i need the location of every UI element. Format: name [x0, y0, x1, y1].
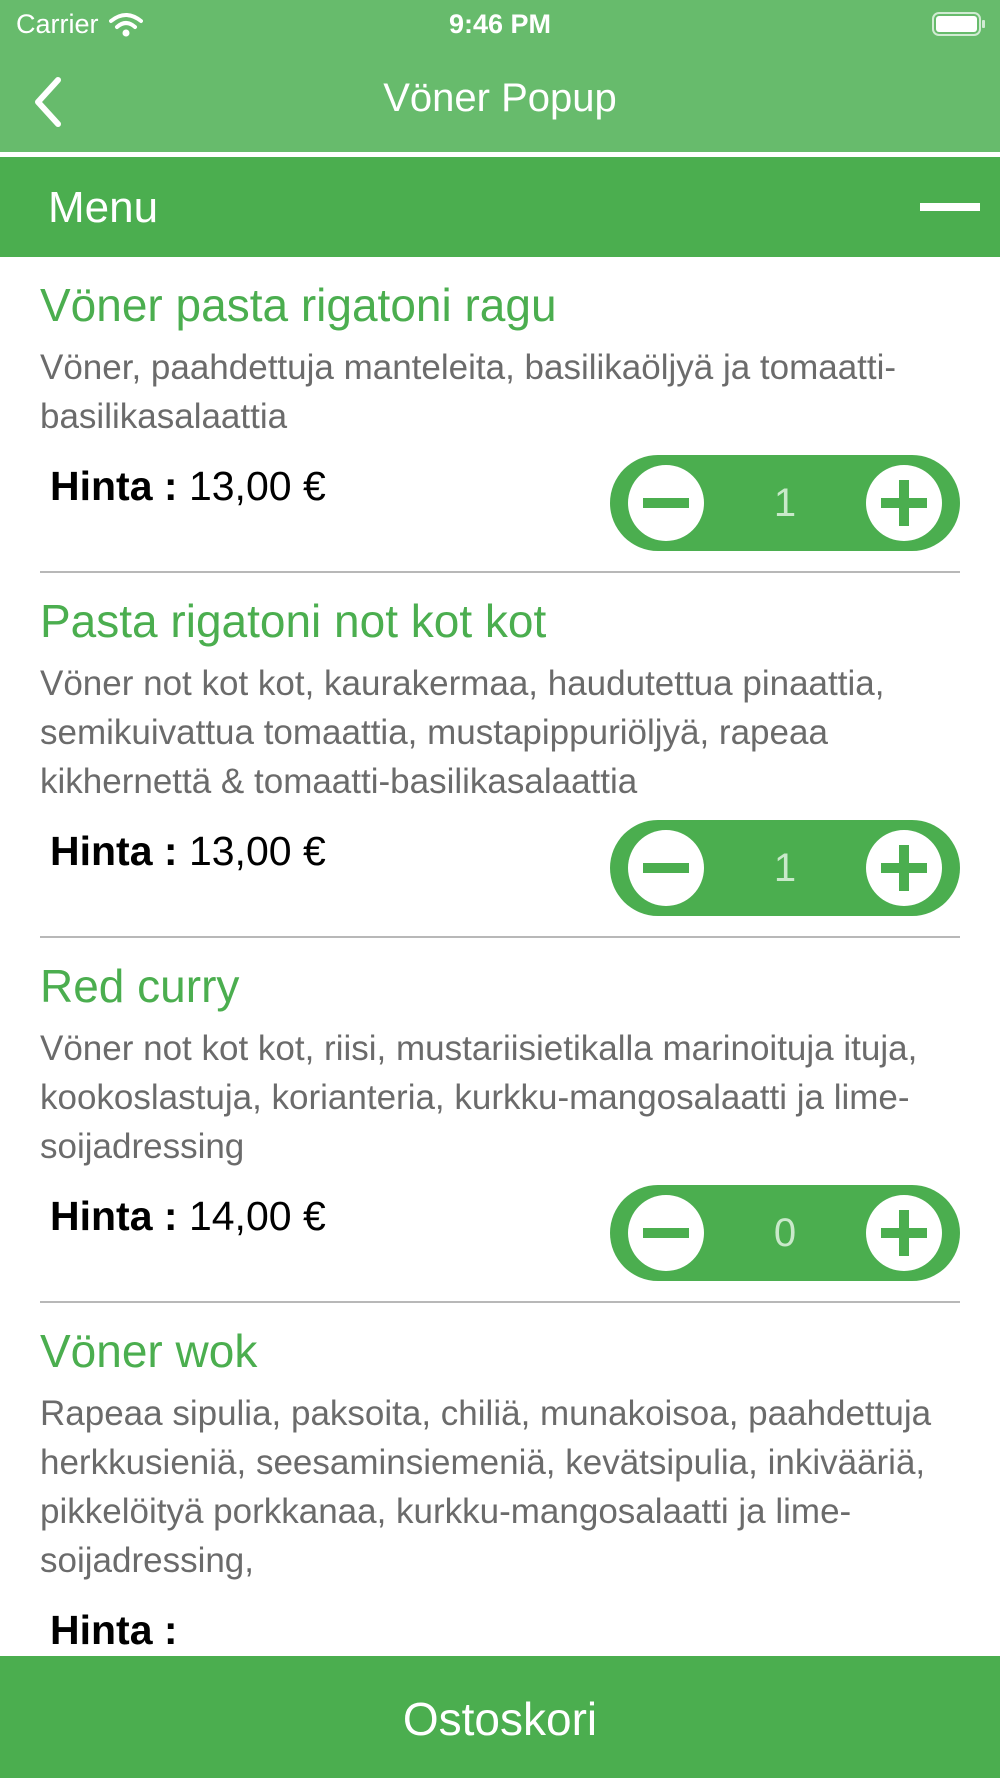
price-row: Hinta : 13,00 € 1 — [40, 806, 960, 936]
decrease-button[interactable] — [628, 830, 704, 906]
item-description: Vöner not kot kot, kaurakermaa, haudutet… — [40, 664, 885, 801]
cart-button[interactable]: Ostoskori — [0, 1656, 1000, 1778]
price-value: 14,00 € — [188, 1193, 326, 1239]
quantity-stepper: 1 — [610, 820, 960, 916]
quantity-stepper: 1 — [610, 455, 960, 551]
price-label: Hinta : — [50, 1193, 178, 1239]
item-description: Rapeaa sipulia, paksoita, chiliä, munako… — [40, 1394, 932, 1580]
battery-icon — [932, 12, 985, 36]
quantity-value: 1 — [773, 481, 797, 525]
page-title: Vöner Popup — [383, 76, 617, 120]
increase-button[interactable] — [866, 830, 942, 906]
quantity-value: 1 — [773, 846, 797, 890]
item-price: Hinta : — [50, 1607, 178, 1654]
menu-item: Red curry Vöner not kot kot, riisi, must… — [40, 938, 960, 1303]
decrease-button[interactable] — [628, 1195, 704, 1271]
navigation-bar: Vöner Popup — [0, 50, 1000, 152]
price-label: Hinta : — [50, 828, 178, 874]
item-title: Pasta rigatoni not kot kot — [40, 595, 547, 647]
item-price: Hinta : 14,00 € — [50, 1193, 326, 1240]
price-label: Hinta : — [50, 1607, 178, 1653]
menu-section-header[interactable]: Menu — [0, 157, 1000, 257]
status-bar: Carrier 9:46 PM — [0, 0, 1000, 50]
item-price: Hinta : 13,00 € — [50, 463, 326, 510]
item-title: Vöner pasta rigatoni ragu — [40, 279, 557, 331]
price-label: Hinta : — [50, 463, 178, 509]
item-title: Red curry — [40, 960, 240, 1012]
cart-button-label: Ostoskori — [402, 1693, 598, 1745]
status-time: 9:46 PM — [448, 9, 552, 39]
menu-item: Vöner pasta rigatoni ragu Vöner, paahdet… — [40, 257, 960, 573]
increase-button[interactable] — [866, 1195, 942, 1271]
minus-icon[interactable] — [920, 203, 980, 211]
minus-icon — [643, 1228, 689, 1238]
increase-button[interactable] — [866, 465, 942, 541]
price-row: Hinta : 14,00 € 0 — [40, 1171, 960, 1301]
price-row: Hinta : 13,00 € 1 — [40, 441, 960, 571]
menu-item: Vöner wok Rapeaa sipulia, paksoita, chil… — [40, 1303, 960, 1656]
quantity-stepper: 0 — [610, 1185, 960, 1281]
back-button[interactable] — [22, 74, 72, 130]
minus-icon — [643, 863, 689, 873]
item-price: Hinta : 13,00 € — [50, 828, 326, 875]
minus-icon — [643, 498, 689, 508]
decrease-button[interactable] — [628, 465, 704, 541]
item-description: Vöner not kot kot, riisi, mustariisietik… — [40, 1029, 918, 1166]
item-description: Vöner, paahdettuja manteleita, basilikaö… — [40, 348, 897, 436]
top-bar: Carrier 9:46 PM Vöner Popup — [0, 0, 1000, 152]
item-title: Vöner wok — [40, 1325, 258, 1377]
section-title: Menu — [48, 183, 159, 232]
menu-item: Pasta rigatoni not kot kot Vöner not kot… — [40, 573, 960, 938]
menu-list[interactable]: Vöner pasta rigatoni ragu Vöner, paahdet… — [0, 257, 1000, 1656]
quantity-value: 0 — [773, 1211, 797, 1255]
price-value: 13,00 € — [188, 828, 326, 874]
price-row: Hinta : — [40, 1585, 960, 1656]
chevron-left-icon — [35, 77, 61, 127]
price-value: 13,00 € — [188, 463, 326, 509]
